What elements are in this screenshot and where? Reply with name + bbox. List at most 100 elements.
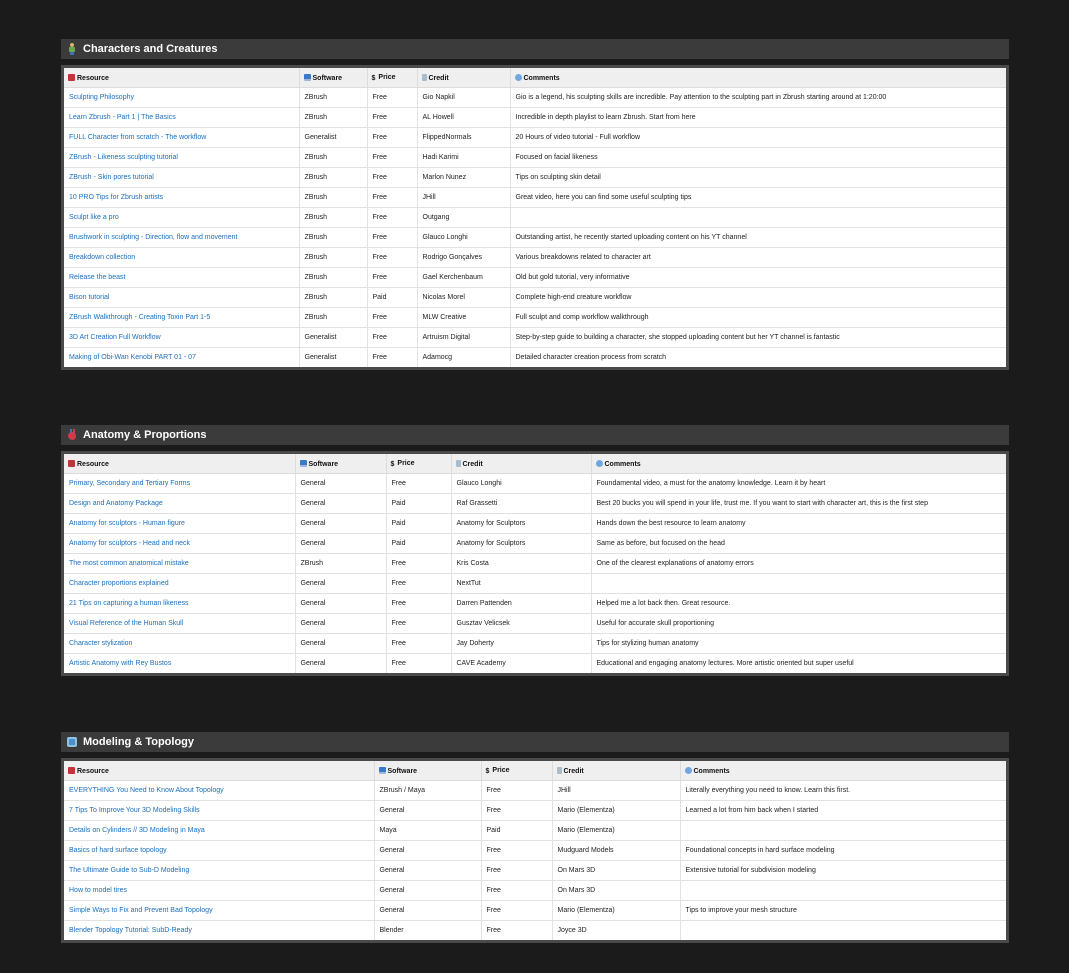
software-cell: ZBrush <box>298 167 367 188</box>
resource-link[interactable]: EVERYTHING You Need to Know About Topolo… <box>64 780 374 801</box>
resource-link[interactable]: The Ultimate Guide to Sub-D Modeling <box>64 860 374 881</box>
column-header-credit[interactable]: Credit <box>450 454 591 474</box>
table-row: 10 PRO Tips for Zbrush artists ZBrush Free… <box>64 187 1006 208</box>
resource-link[interactable]: Breakdown collection <box>64 247 299 268</box>
credit-cell: Mario (Elementza) <box>551 900 680 921</box>
resource-link[interactable]: 10 PRO Tips for Zbrush artists <box>64 187 299 208</box>
resource-link[interactable]: ZBrush - Likeness sculpting tutorial <box>64 147 299 168</box>
table-row: Character stylization General Free Jay Dohe… <box>64 633 1006 654</box>
comments-cell: Hands down the best resource to learn an… <box>590 513 1006 534</box>
resource-link[interactable]: Making of Obi-Wan Kenobi PART 01 - 07 <box>64 347 299 367</box>
resource-link[interactable]: Design and Anatomy Package <box>64 493 295 514</box>
resource-link[interactable]: Brushwork in sculpting - Direction, flow… <box>64 227 299 248</box>
section-header: Modeling & Topology <box>61 732 1009 752</box>
comments-cell: Foundational concepts in hard surface mo… <box>679 840 1006 861</box>
resource-link[interactable]: ZBrush Walkthrough - Creating Toxin Part… <box>64 307 299 328</box>
resource-link[interactable]: FULL Character from scratch - The workfl… <box>64 127 299 148</box>
resource-link[interactable]: Basics of hard surface topology <box>64 840 374 861</box>
column-header-price[interactable]: $ Price <box>480 761 552 781</box>
resource-link[interactable]: Visual Reference of the Human Skull <box>64 613 295 634</box>
comments-cell: One of the clearest explanations of anat… <box>590 553 1006 574</box>
table-header-row: Resource Software $ Price Credit Comments <box>64 68 1006 88</box>
resource-link[interactable]: Release the beast <box>64 267 299 288</box>
column-header-resource[interactable]: Resource <box>64 454 295 474</box>
table-row: Blender Topology Tutorial: SubD-Ready Ble… <box>64 920 1006 940</box>
resource-table: Resource Software $ Price Credit Comments… <box>61 758 1009 943</box>
software-cell: ZBrush <box>298 287 367 308</box>
resource-link[interactable]: Character stylization <box>64 633 295 654</box>
resource-link[interactable]: Artistic Anatomy with Rey Bustos <box>64 653 295 673</box>
credit-cell: AL Howell <box>416 107 510 128</box>
price-cell: Paid <box>480 820 552 841</box>
comments-cell: Literally everything you need to know. L… <box>679 780 1006 801</box>
table-header-row: Resource Software $ Price Credit Comments <box>64 454 1006 474</box>
resource-link[interactable]: Anatomy for sculptors - Head and neck <box>64 533 295 554</box>
software-cell: General <box>373 840 481 861</box>
table-row: The Ultimate Guide to Sub-D Modeling Gene… <box>64 860 1006 881</box>
price-cell: Free <box>480 860 552 881</box>
comments-cell: Focused on facial likeness <box>509 147 1006 168</box>
column-header-software[interactable]: Software <box>373 761 481 781</box>
table-row: Sculpting Philosophy ZBrush Free Gio Napkil… <box>64 87 1006 108</box>
table-row: Anatomy for sculptors - Human figure Gene… <box>64 513 1006 534</box>
resource-link[interactable]: Learn Zbrush - Part 1 | The Basics <box>64 107 299 128</box>
credit-cell: Artruism Digital <box>416 327 510 348</box>
resource-link[interactable]: How to model tires <box>64 880 374 901</box>
resource-link[interactable]: Anatomy for sculptors - Human figure <box>64 513 295 534</box>
section-title: Anatomy & Proportions <box>83 429 207 441</box>
resource-link[interactable]: Character proportions explained <box>64 573 295 594</box>
table-row: Breakdown collection ZBrush Free Rodrigo Go… <box>64 247 1006 268</box>
resource-link[interactable]: 3D Art Creation Full Workflow <box>64 327 299 348</box>
software-cell: General <box>294 513 386 534</box>
software-cell: General <box>294 593 386 614</box>
column-header-credit[interactable]: Credit <box>416 68 510 88</box>
credit-cell: Marlon Nunez <box>416 167 510 188</box>
credit-cell: Mario (Elementza) <box>551 820 680 841</box>
column-header-price[interactable]: $ Price <box>366 68 417 88</box>
column-header-software[interactable]: Software <box>298 68 367 88</box>
comments-cell: Outstanding artist, he recently started … <box>509 227 1006 248</box>
column-header-resource[interactable]: Resource <box>64 761 374 781</box>
credit-cell: Joyce 3D <box>551 920 680 940</box>
resource-link[interactable]: Details on Cylinders // 3D Modeling in M… <box>64 820 374 841</box>
table-row: How to model tires General Free On Mars 3D <box>64 880 1006 901</box>
computer-icon <box>378 766 386 774</box>
price-cell: Free <box>480 780 552 801</box>
price-cell: Free <box>366 147 417 168</box>
resource-link[interactable]: Primary, Secondary and Tertiary Forms <box>64 473 295 494</box>
column-header-credit[interactable]: Credit <box>551 761 680 781</box>
column-header-price[interactable]: $ Price <box>385 454 451 474</box>
table-row: Release the beast ZBrush Free Gael Kerchenb… <box>64 267 1006 288</box>
comments-cell: Foundamental video, a must for the anato… <box>590 473 1006 494</box>
software-cell: ZBrush / Maya <box>373 780 481 801</box>
price-cell: Free <box>366 307 417 328</box>
resource-link[interactable]: ZBrush - Skin pores tutorial <box>64 167 299 188</box>
software-cell: Blender <box>373 920 481 940</box>
resource-link[interactable]: The most common anatomical mistake <box>64 553 295 574</box>
section-modeling-topology: Modeling & Topology Resource Software $ P… <box>61 732 1009 943</box>
resource-link[interactable]: Sculpting Philosophy <box>64 87 299 108</box>
resource-link[interactable]: Blender Topology Tutorial: SubD-Ready <box>64 920 374 940</box>
table-row: Learn Zbrush - Part 1 | The Basics ZBrush… <box>64 107 1006 128</box>
resource-link[interactable]: 21 Tips on capturing a human likeness <box>64 593 295 614</box>
resource-link[interactable]: 7 Tips To Improve Your 3D Modeling Skill… <box>64 800 374 821</box>
resource-link[interactable]: Sculpt like a pro <box>64 207 299 228</box>
speech-bubble-icon <box>595 459 603 467</box>
resource-table: Resource Software $ Price Credit Comments… <box>61 451 1009 676</box>
software-cell: ZBrush <box>294 553 386 574</box>
credit-cell: JHill <box>551 780 680 801</box>
comments-cell: Tips to improve your mesh structure <box>679 900 1006 921</box>
table-row: The most common anatomical mistake ZBrush… <box>64 553 1006 574</box>
software-cell: ZBrush <box>298 187 367 208</box>
price-cell: Free <box>366 227 417 248</box>
comments-cell: Complete high-end creature workflow <box>509 287 1006 308</box>
table-row: 7 Tips To Improve Your 3D Modeling Skill… <box>64 800 1006 821</box>
column-header-comments[interactable]: Comments <box>590 454 1006 474</box>
credit-cell: Jay Doherty <box>450 633 591 654</box>
column-header-comments[interactable]: Comments <box>679 761 1006 781</box>
resource-link[interactable]: Simple Ways to Fix and Prevent Bad Topol… <box>64 900 374 921</box>
column-header-comments[interactable]: Comments <box>509 68 1006 88</box>
column-header-software[interactable]: Software <box>294 454 386 474</box>
resource-link[interactable]: Bison tutorial <box>64 287 299 308</box>
column-header-resource[interactable]: Resource <box>64 68 299 88</box>
